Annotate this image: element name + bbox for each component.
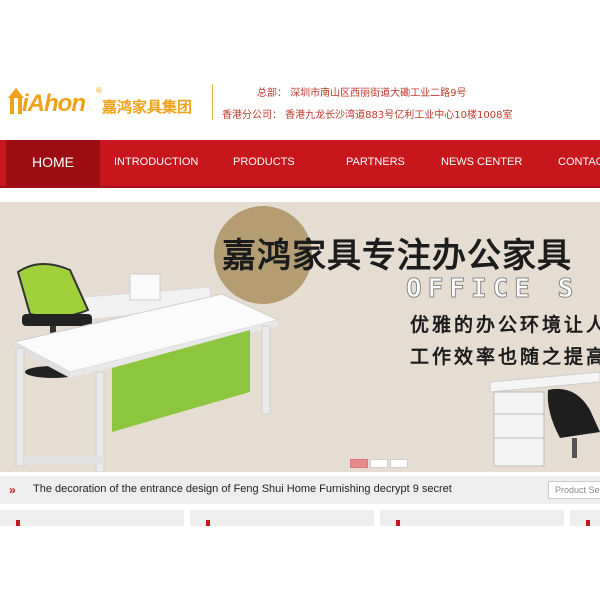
- logo-chinese-name: 嘉鸿家具集团: [102, 98, 193, 116]
- content-card[interactable]: [190, 510, 374, 526]
- slide-dot-3[interactable]: [390, 459, 408, 468]
- registered-mark: ®: [96, 86, 102, 95]
- logo-brand-text: iAhon: [22, 90, 86, 117]
- banner-slogan-1: 优雅的办公环境让人: [410, 314, 600, 336]
- hero-banner[interactable]: 嘉鸿家具专注办公家具 OFFICE S 优雅的办公环境让人 工作效率也随之提高: [0, 202, 600, 472]
- content-card[interactable]: [570, 510, 600, 526]
- slide-dot-1[interactable]: [350, 459, 368, 468]
- banner-office-text: OFFICE S: [405, 274, 580, 305]
- site-header: iAhon ® 嘉鸿家具集团 总部： 深圳市南山区西丽街道大磡工业二路9号 香港…: [0, 0, 600, 140]
- company-logo[interactable]: iAhon ® 嘉鸿家具集团: [6, 84, 206, 124]
- nav-partners[interactable]: PARTNERS: [346, 140, 405, 186]
- double-chevron-right-icon: »: [9, 483, 16, 497]
- nav-products[interactable]: PRODUCTS: [233, 140, 295, 186]
- nav-introduction[interactable]: INTRODUCTION: [114, 140, 198, 186]
- content-cards-row: [0, 510, 600, 526]
- content-card[interactable]: [0, 510, 184, 526]
- slide-indicators: [350, 455, 410, 473]
- hk-branch-address: 香港分公司： 香港九龙长沙湾道883号亿利工业中心10楼1008室: [222, 110, 513, 121]
- headquarters-address: 总部： 深圳市南山区西丽街道大磡工业二路9号: [257, 88, 467, 99]
- slide-dot-2[interactable]: [370, 459, 388, 468]
- card-marker: [206, 520, 210, 526]
- nav-news-center[interactable]: NEWS CENTER: [441, 140, 522, 186]
- content-card[interactable]: [380, 510, 564, 526]
- nav-contact[interactable]: CONTACT: [558, 140, 600, 186]
- nav-home[interactable]: HOME: [6, 140, 100, 186]
- banner-slogan-2: 工作效率也随之提高: [410, 346, 600, 368]
- card-marker: [16, 520, 20, 526]
- main-navigation: HOME INTRODUCTION PRODUCTS PARTNERS NEWS…: [0, 140, 600, 188]
- card-marker: [586, 520, 590, 526]
- banner-title: 嘉鸿家具专注办公家具: [222, 236, 572, 276]
- news-headline-link[interactable]: The decoration of the entrance design of…: [33, 483, 452, 495]
- header-divider: [212, 84, 213, 120]
- news-ticker: » The decoration of the entrance design …: [0, 476, 600, 504]
- card-marker: [396, 520, 400, 526]
- product-search-input[interactable]: Product Se: [548, 481, 600, 499]
